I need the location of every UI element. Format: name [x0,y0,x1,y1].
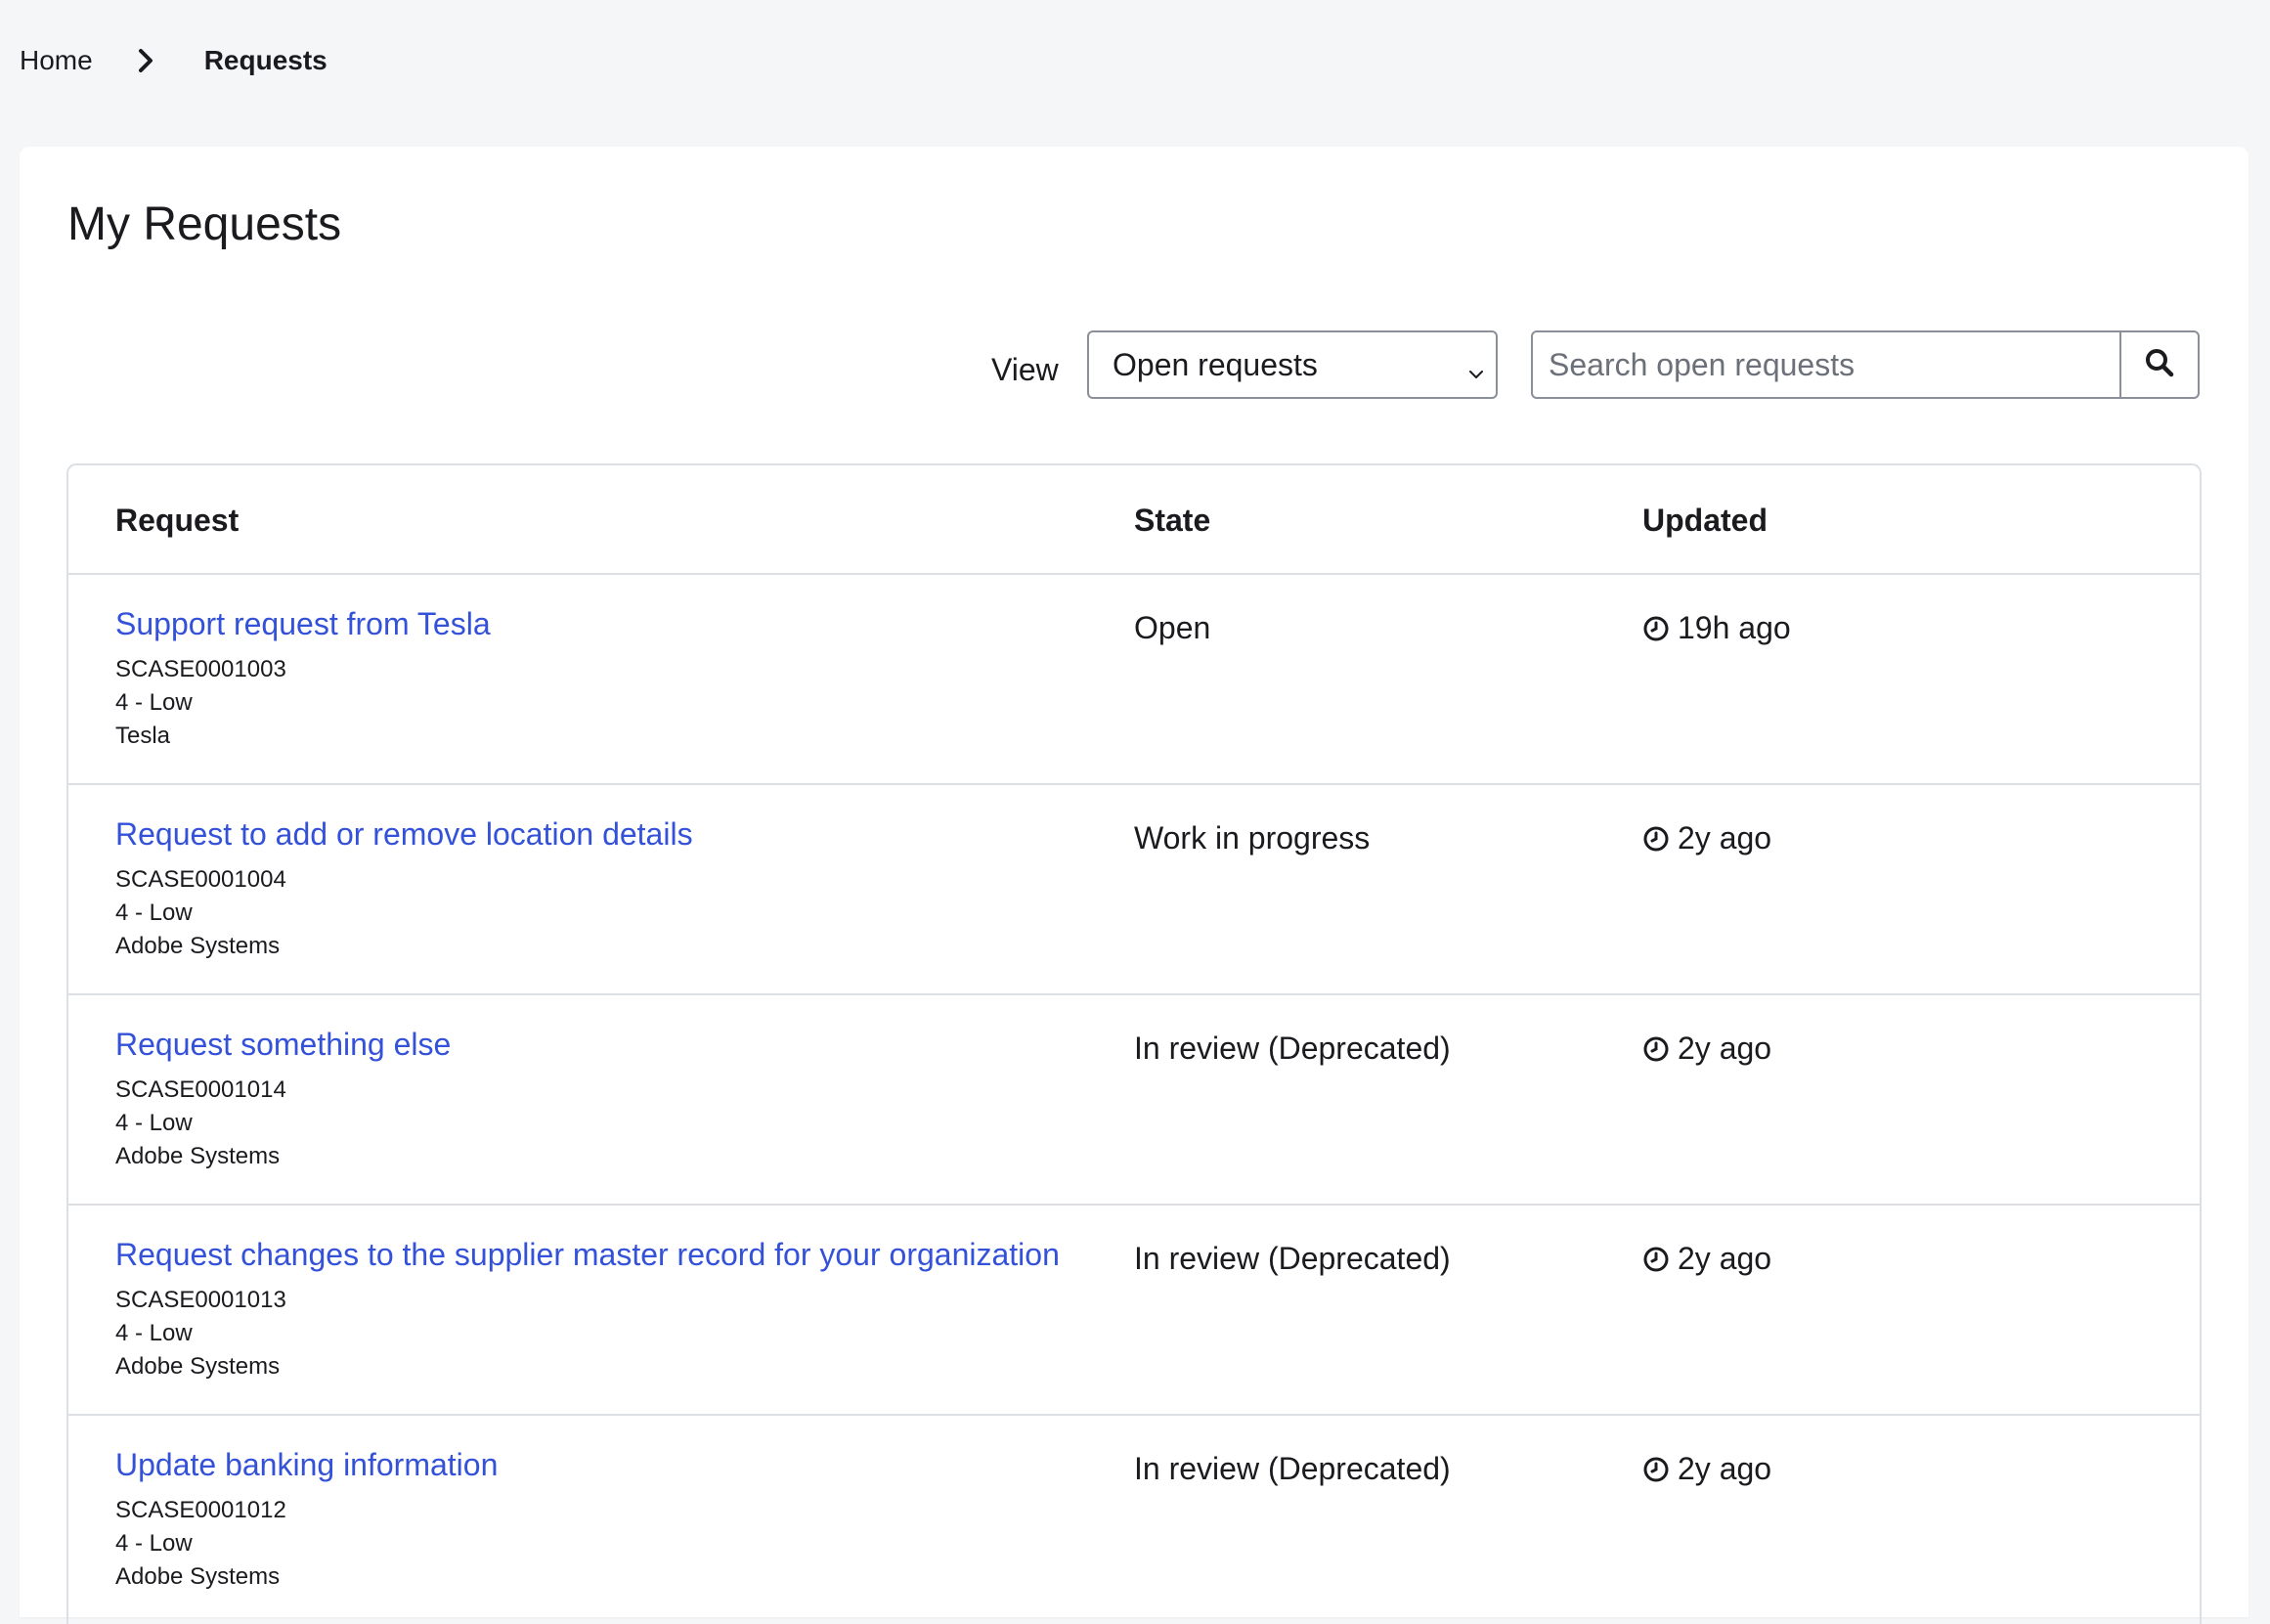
request-updated: 19h ago [1642,608,1791,647]
request-organization: Adobe Systems [115,1143,281,1169]
chevron-down-icon [1466,356,1486,378]
request-updated: 2y ago [1642,818,1771,857]
request-title-link[interactable]: Request something else [115,1025,451,1064]
chevron-right-icon [116,41,175,80]
updated-time: 2y ago [1678,1030,1772,1066]
request-state: In review (Deprecated) [1134,1241,1451,1276]
table-row: Request something else SCASE0001014 4 - … [68,995,2200,1206]
request-priority: 4 - Low [115,1530,193,1557]
updated-time: 19h ago [1678,609,1791,645]
request-title-link[interactable]: Request to add or remove location detail… [115,814,693,854]
page-title: My Requests [67,198,342,250]
request-number: SCASE0001014 [115,1076,286,1103]
request-number: SCASE0001012 [115,1497,286,1523]
table-row: Support request from Tesla SCASE0001003 … [68,575,2200,785]
view-select-value: Open requests [1113,346,1318,382]
request-state: Work in progress [1134,820,1371,856]
request-title-link[interactable]: Update banking information [115,1445,498,1484]
updated-time: 2y ago [1678,1240,1772,1276]
breadcrumb-home-link[interactable]: Home [20,45,93,76]
search-button[interactable] [2119,332,2198,397]
request-number: SCASE0001003 [115,656,286,682]
search-icon [2144,347,2175,383]
breadcrumb-current: Requests [203,45,327,75]
request-organization: Adobe Systems [115,933,281,959]
request-number: SCASE0001004 [115,866,286,893]
request-state: In review (Deprecated) [1134,1031,1451,1066]
table-row: Request to add or remove location detail… [68,785,2200,995]
search-box [1531,330,2200,399]
request-title-link[interactable]: Support request from Tesla [115,604,491,643]
table-row: Request changes to the supplier master r… [68,1206,2200,1416]
table-header: Request State Updated [68,465,2200,575]
column-header-state: State [1134,503,1211,538]
clock-icon [1642,1245,1670,1272]
updated-time: 2y ago [1678,819,1772,856]
request-organization: Adobe Systems [115,1353,281,1380]
request-number: SCASE0001013 [115,1287,286,1313]
request-organization: Tesla [115,723,171,749]
clock-icon [1642,1455,1670,1482]
search-input[interactable] [1533,332,2119,397]
request-updated: 2y ago [1642,1239,1771,1278]
view-select[interactable]: Open requests [1087,330,1498,399]
column-header-updated: Updated [1642,503,1768,538]
request-priority: 4 - Low [115,900,193,926]
request-priority: 4 - Low [115,1110,193,1136]
updated-time: 2y ago [1678,1450,1772,1486]
request-updated: 2y ago [1642,1029,1771,1068]
request-title-link[interactable]: Request changes to the supplier master r… [115,1235,1060,1274]
request-updated: 2y ago [1642,1449,1771,1488]
requests-card: My Requests View Open requests Request S… [20,147,2248,1624]
table-row: Update banking information SCASE0001012 … [68,1416,2200,1624]
requests-table: Request State Updated Support request fr… [66,463,2202,1624]
request-priority: 4 - Low [115,689,193,716]
column-header-request: Request [115,503,240,538]
breadcrumb: Home Requests [20,41,327,80]
request-priority: 4 - Low [115,1320,193,1346]
request-organization: Adobe Systems [115,1563,281,1590]
request-state: In review (Deprecated) [1134,1451,1451,1486]
view-label: View [991,352,1059,387]
clock-icon [1642,1034,1670,1062]
clock-icon [1642,614,1670,641]
clock-icon [1642,824,1670,852]
request-state: Open [1134,610,1211,645]
